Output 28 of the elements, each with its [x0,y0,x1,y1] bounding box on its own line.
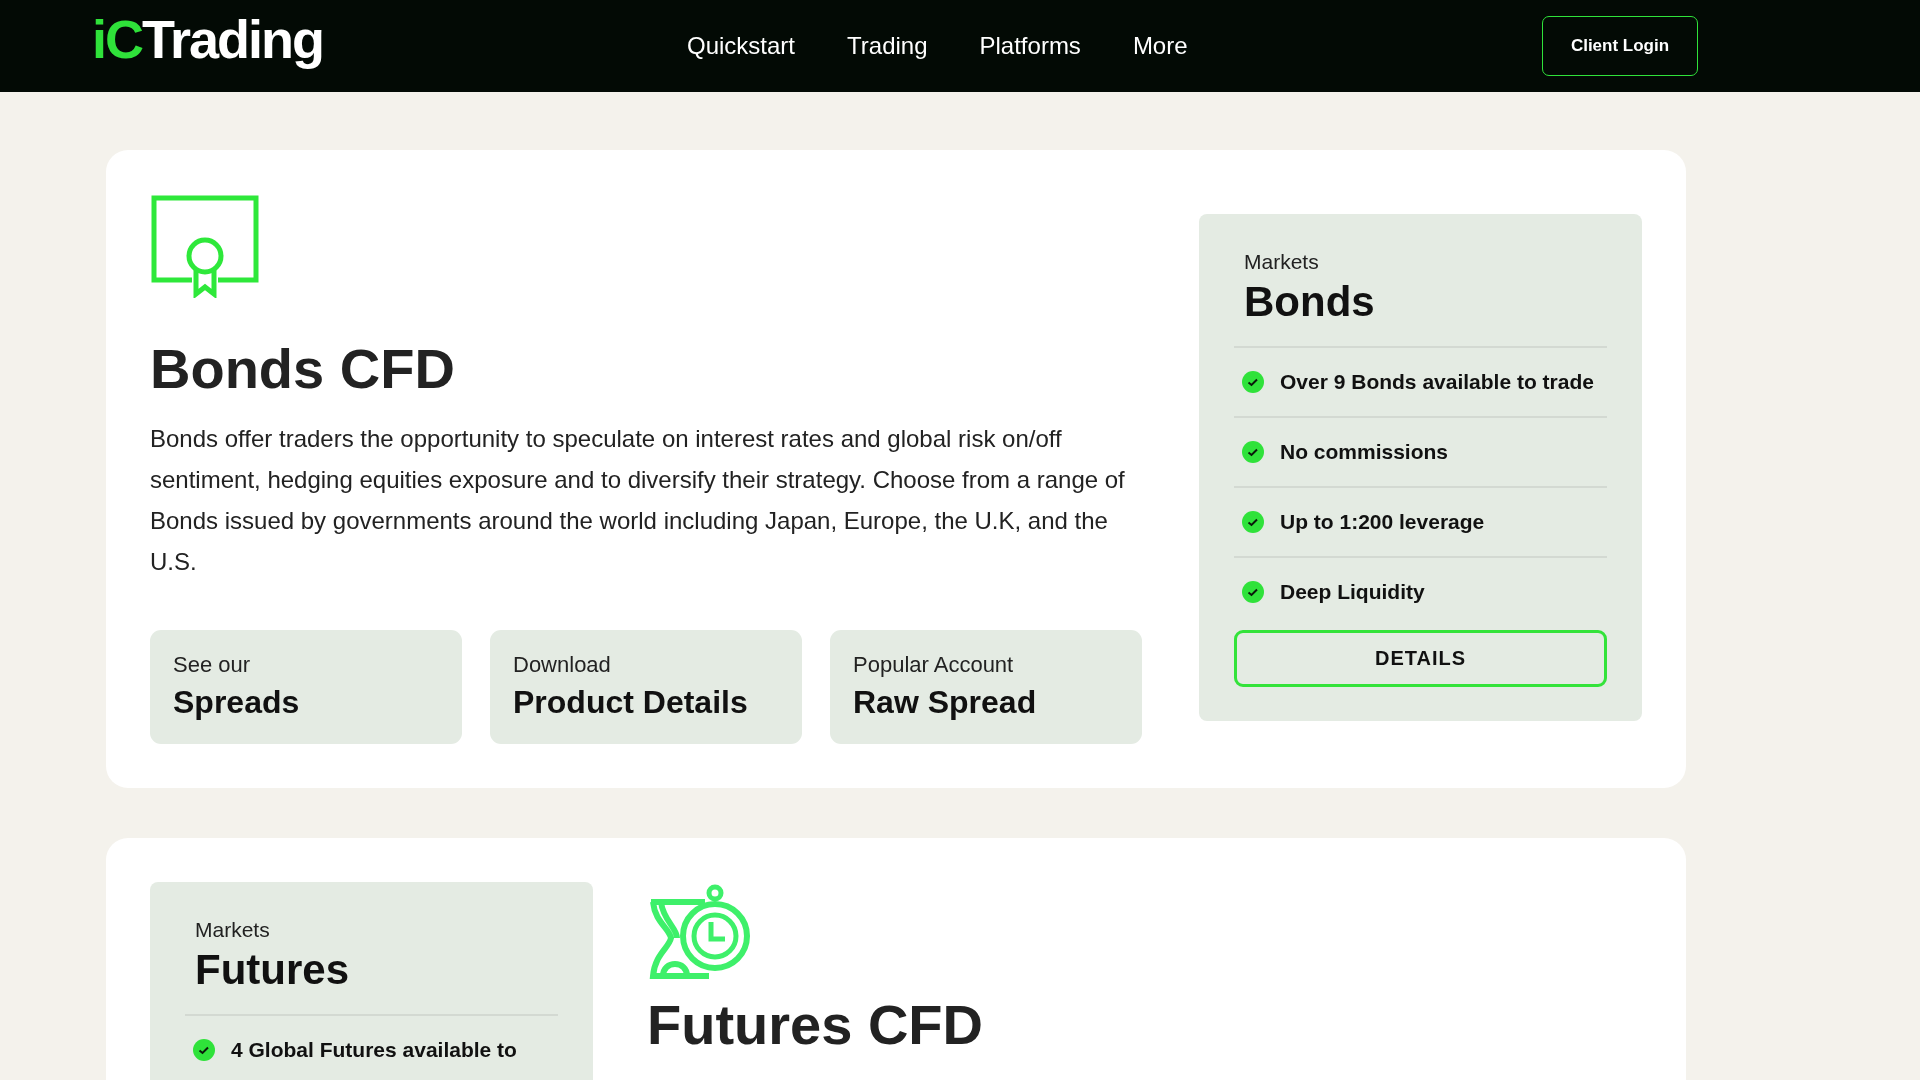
feature-text: 4 Global Futures available to [231,1037,517,1062]
checkmark-icon [1242,581,1264,603]
checkmark-icon [1242,441,1264,463]
feature-text: Up to 1:200 leverage [1280,510,1485,534]
feature-text: Deep Liquidity [1280,580,1425,604]
feature-text: No commissions [1280,440,1449,464]
description-text: Bonds offer traders the opportunity to speculate on interest rates and global risk on/off sentiment, hedging equities exposure and to diversify their strategy. Choose from a range of Bonds issued by governments around the world including Japan, Europe, the U.K, and the U.S. [150,423,1126,577]
nav-link[interactable]: Quickstart [687,32,796,60]
nav-link[interactable]: Platforms [979,32,1081,60]
ictrading-logo[interactable]: iCTrading [92,8,592,70]
panel-title: Futures [185,945,558,1016]
certificate-icon [150,194,260,298]
checkmark-icon [1242,371,1264,393]
details-button[interactable]: DETAILS [1234,630,1607,687]
link-card[interactable]: Popular Account Raw Spread [830,629,1142,744]
checkmark-icon [1242,511,1264,533]
feature-text: Over 9 Bonds available to trade [1280,370,1594,394]
panel-label: Markets [194,917,271,942]
nav-link[interactable]: Trading [847,32,928,60]
section-title: Futures CFD [647,993,983,1056]
client-login-button[interactable]: Client Login [1542,16,1698,76]
link-card[interactable]: See our Spreads [150,629,462,744]
panel-label: Markets [1243,250,1320,274]
panel-title: Bonds [1234,278,1607,348]
nav-link[interactable]: More [1132,32,1188,60]
link-card[interactable]: Download Product Details [490,629,802,744]
section-title: Bonds CFD [150,338,456,400]
checkmark-icon [193,1038,215,1061]
